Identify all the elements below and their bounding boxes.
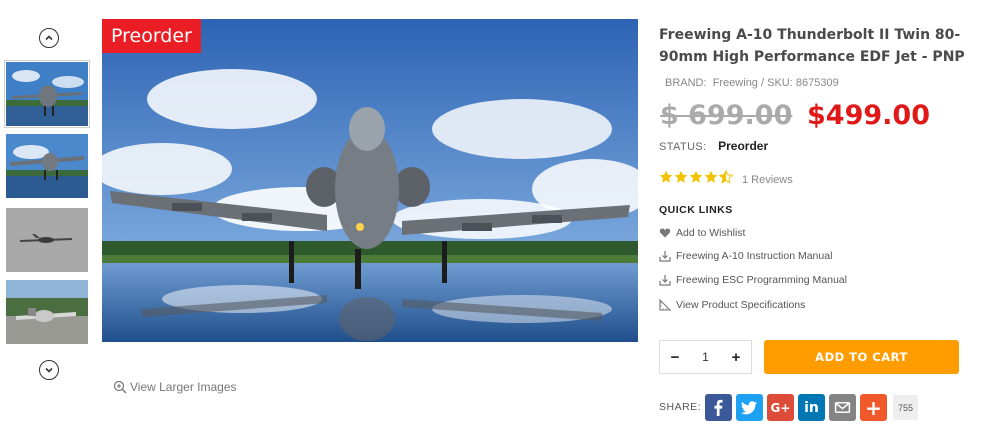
download-icon <box>659 251 671 262</box>
product-title: Freewing A-10 Thunderbolt II Twin 80-90m… <box>659 27 965 65</box>
instruction-manual-link[interactable]: Freewing A-10 Instruction Manual <box>659 250 832 262</box>
thumbnail-gallery <box>4 22 95 392</box>
chevron-up-icon <box>45 35 53 41</box>
preorder-badge: Preorder <box>102 19 201 53</box>
status-label: STATUS: <box>659 141 707 153</box>
reviews-link[interactable]: 1 Reviews <box>742 174 793 186</box>
view-larger-images-link[interactable]: View Larger Images <box>113 380 237 394</box>
sale-price: $499.00 <box>807 100 930 131</box>
zoom-in-icon <box>113 380 127 394</box>
chevron-down-icon <box>45 367 53 373</box>
sku-value: 8675309 <box>795 77 839 89</box>
ruler-icon <box>659 299 671 311</box>
star-half-icon <box>719 170 733 184</box>
download-icon <box>659 275 671 286</box>
brand-value[interactable]: Freewing <box>713 77 758 89</box>
star-full-icon <box>674 170 688 183</box>
brand-label: BRAND: <box>665 77 707 89</box>
share-google-plus-button[interactable]: G+ <box>767 394 794 421</box>
original-price: $ 699.00 <box>660 100 793 131</box>
view-larger-label: View Larger Images <box>130 380 237 394</box>
quick-link-label: Freewing ESC Programming Manual <box>676 274 847 286</box>
increase-quantity-button[interactable]: + <box>729 349 743 366</box>
quick-links-heading: QUICK LINKS <box>659 204 733 216</box>
quick-link-label: Add to Wishlist <box>676 227 746 239</box>
share-count: 755 <box>893 395 918 420</box>
share-facebook-button[interactable] <box>705 394 732 421</box>
star-full-icon <box>689 170 703 183</box>
gallery-up-button[interactable] <box>39 28 59 48</box>
esc-programming-manual-link[interactable]: Freewing ESC Programming Manual <box>659 274 847 286</box>
status-line: STATUS: Preorder <box>659 139 768 153</box>
thumbnail-2[interactable] <box>6 134 88 198</box>
thumbnail-3[interactable] <box>6 208 88 272</box>
thumbnail-4[interactable] <box>6 280 88 344</box>
twitter-icon <box>741 401 757 415</box>
main-product-image[interactable] <box>102 19 638 342</box>
thumbnail-1[interactable] <box>4 60 90 128</box>
share-linkedin-button[interactable]: in <box>798 394 825 421</box>
share-label: SHARE: <box>659 401 702 413</box>
star-full-icon <box>704 170 718 183</box>
quantity-input[interactable] <box>690 350 721 364</box>
brand-sku-line: BRAND: Freewing / SKU: 8675309 <box>665 77 839 89</box>
quick-link-label: View Product Specifications <box>676 299 806 311</box>
email-icon <box>834 401 851 414</box>
product-specifications-link[interactable]: View Product Specifications <box>659 299 805 311</box>
decrease-quantity-button[interactable]: − <box>668 349 682 366</box>
quantity-stepper: − + <box>659 340 752 374</box>
share-email-button[interactable] <box>829 394 856 421</box>
share-twitter-button[interactable] <box>736 394 763 421</box>
quick-link-label: Freewing A-10 Instruction Manual <box>676 250 833 262</box>
rating-stars <box>659 170 733 184</box>
add-to-cart-button[interactable]: ADD TO CART <box>764 340 959 374</box>
star-full-icon <box>659 170 673 183</box>
status-value: Preorder <box>718 139 769 153</box>
share-more-button[interactable]: + <box>860 394 887 421</box>
gallery-down-button[interactable] <box>39 360 59 380</box>
sku-label: SKU: <box>767 77 793 89</box>
heart-icon <box>659 228 671 238</box>
add-to-wishlist-link[interactable]: Add to Wishlist <box>659 227 745 239</box>
facebook-icon <box>714 399 723 416</box>
